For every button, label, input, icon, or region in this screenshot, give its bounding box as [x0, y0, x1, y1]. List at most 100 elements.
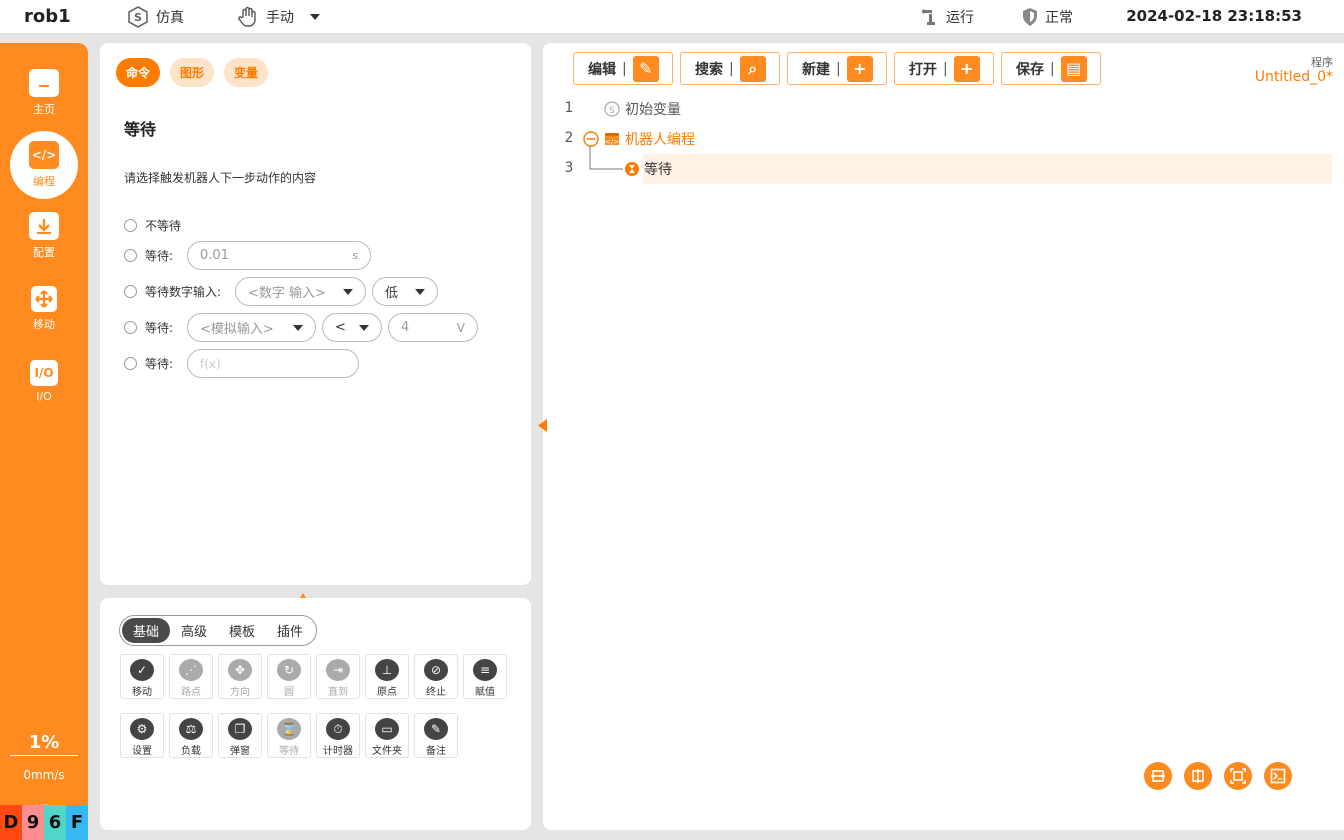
option-wait-digital[interactable]: 等待数字输入: [124, 276, 221, 306]
new-file-button[interactable]: 新建 | + [787, 52, 887, 85]
hand-icon [238, 6, 256, 27]
tree-connector [589, 146, 623, 170]
tool-waypoint[interactable]: ⋰ 路点 [169, 654, 213, 699]
tool-stop[interactable]: ⊘ 终止 [414, 654, 458, 699]
tree-node-wait[interactable]: 等待 [625, 159, 672, 179]
digital-input-select[interactable]: <数字 输入> [235, 277, 366, 306]
tool-assign[interactable]: ≡ 赋值 [463, 654, 507, 699]
separator: | [943, 60, 948, 77]
tool-payload[interactable]: ⚖ 负载 [169, 713, 213, 758]
toolbar-label: 打开 [909, 61, 937, 78]
collapse-left-icon[interactable] [537, 419, 549, 433]
command-panel: 命令 图形 变量 等待 请选择触发机器人下一步动作的内容 不等待 等待: 0.0… [100, 43, 531, 585]
program-name: Untitled_0* [1254, 69, 1333, 85]
edit-button[interactable]: 编辑 | ✎ [573, 52, 673, 85]
speed-mm: 0mm/s [23, 768, 65, 782]
program-label: 程序 [1311, 56, 1333, 69]
console-button[interactable] [1264, 762, 1292, 790]
sidebar-item-move[interactable]: 移动 [0, 276, 88, 342]
expand-horizontal-button[interactable] [1144, 762, 1172, 790]
digital-level-select[interactable]: 低 [372, 277, 438, 306]
radio-button[interactable] [124, 248, 137, 262]
tool-label: 原点 [377, 687, 397, 698]
tool-settings[interactable]: ⚙ 设置 [120, 713, 164, 758]
tree-node-init-vars[interactable]: S 初始变量 [604, 99, 681, 119]
radio-button[interactable] [124, 320, 137, 334]
search-icon: ⌕ [739, 55, 766, 82]
analog-input-select[interactable]: <模拟输入> [187, 313, 316, 342]
direction-icon: ✥ [228, 659, 252, 681]
open-folder-button[interactable]: 打开 | + [894, 52, 994, 85]
tab-plugin[interactable]: 插件 [266, 618, 314, 643]
folder-icon: ▭ [375, 718, 399, 740]
tool-label: 文件夹 [372, 746, 402, 757]
expand-vertical-button[interactable] [1184, 762, 1212, 790]
chevron-down-icon [343, 288, 353, 295]
digital-input-value: <数字 输入> [248, 286, 326, 301]
program-icon: </> [605, 133, 619, 146]
tool-label: 弹窗 [230, 746, 250, 757]
separator: | [1050, 60, 1055, 77]
tool-timer[interactable]: ⏱ 计时器 [316, 713, 360, 758]
radio-button[interactable] [124, 284, 137, 298]
sidebar-item-config[interactable]: 配置 [0, 203, 88, 269]
tab-graphics[interactable]: 图形 [170, 58, 215, 87]
tool-popup[interactable]: ❐ 弹窗 [218, 713, 262, 758]
tool-folder[interactable]: ▭ 文件夹 [365, 713, 409, 758]
tool-move-tool[interactable]: ✓ 移动 [120, 654, 164, 699]
datetime: 2024-02-18 23:18:53 [1126, 7, 1302, 25]
wait-time-input[interactable]: 0.01 s [187, 241, 371, 270]
fullscreen-button[interactable] [1224, 762, 1252, 790]
option-wait-analog[interactable]: 等待: [124, 312, 173, 342]
tree-node-label: 初始变量 [625, 102, 681, 118]
download-icon [29, 212, 59, 240]
collapse-icon[interactable] [583, 131, 599, 147]
sidebar-item-io[interactable]: I/O I/O [0, 348, 88, 414]
option-wait-expression[interactable]: 等待: [124, 348, 173, 378]
radio-button[interactable] [124, 218, 137, 232]
until-icon: ⇥ [326, 659, 350, 681]
option-no-wait[interactable]: 不等待 [124, 210, 181, 240]
console-icon [1270, 768, 1286, 784]
expression-placeholder: f(x) [200, 356, 221, 371]
tab-advanced[interactable]: 高级 [170, 618, 218, 643]
radio-button[interactable] [124, 356, 137, 370]
manual-mode-select[interactable]: 手动 [236, 4, 320, 30]
analog-value-input[interactable]: 4 V [388, 313, 478, 342]
tool-hourglass[interactable]: ⌛ 等待 [267, 713, 311, 758]
tool-label: 移动 [132, 687, 152, 698]
toolbar-label: 保存 [1016, 61, 1044, 78]
open-folder-icon: + [953, 55, 980, 82]
tool-label: 负载 [181, 746, 201, 757]
option-label: 等待: [145, 356, 174, 371]
search-button[interactable]: 搜索 | ⌕ [680, 52, 780, 85]
tool-origin[interactable]: ⊥ 原点 [365, 654, 409, 699]
tab-basic[interactable]: 基础 [122, 618, 171, 643]
sidebar-item-programming[interactable]: </> 编程 [10, 131, 78, 199]
svg-text:S: S [134, 11, 142, 24]
option-wait-time[interactable]: 等待: [124, 240, 173, 270]
tab-command[interactable]: 命令 [116, 58, 161, 87]
note-icon: ✎ [424, 718, 448, 740]
tool-label: 备注 [426, 746, 446, 757]
tool-label: 等待 [279, 746, 299, 757]
save-button[interactable]: 保存 | ▤ [1001, 52, 1101, 85]
tab-variables[interactable]: 变量 [224, 58, 269, 87]
separator: | [729, 60, 734, 77]
command-tabs: 命令 图形 变量 [116, 58, 269, 87]
timer-icon: ⏱ [326, 718, 350, 740]
expression-input[interactable]: f(x) [187, 349, 359, 378]
tool-note[interactable]: ✎ 备注 [414, 713, 458, 758]
status-char-badge: D [0, 805, 22, 840]
assign-icon: ≡ [473, 659, 497, 681]
tool-until[interactable]: ⇥ 直到 [316, 654, 360, 699]
tool-circle[interactable]: ↻ 圆 [267, 654, 311, 699]
tool-label: 终止 [426, 687, 446, 698]
toolbar-label: 编辑 [588, 61, 616, 78]
simulation-toggle[interactable]: S 仿真 [126, 4, 184, 30]
robot-arm-icon [922, 9, 935, 25]
sidebar-item-home[interactable]: 主页 [0, 60, 88, 126]
analog-operator-select[interactable]: < [322, 313, 382, 342]
tab-template[interactable]: 模板 [218, 618, 266, 643]
tool-direction[interactable]: ✥ 方向 [218, 654, 262, 699]
